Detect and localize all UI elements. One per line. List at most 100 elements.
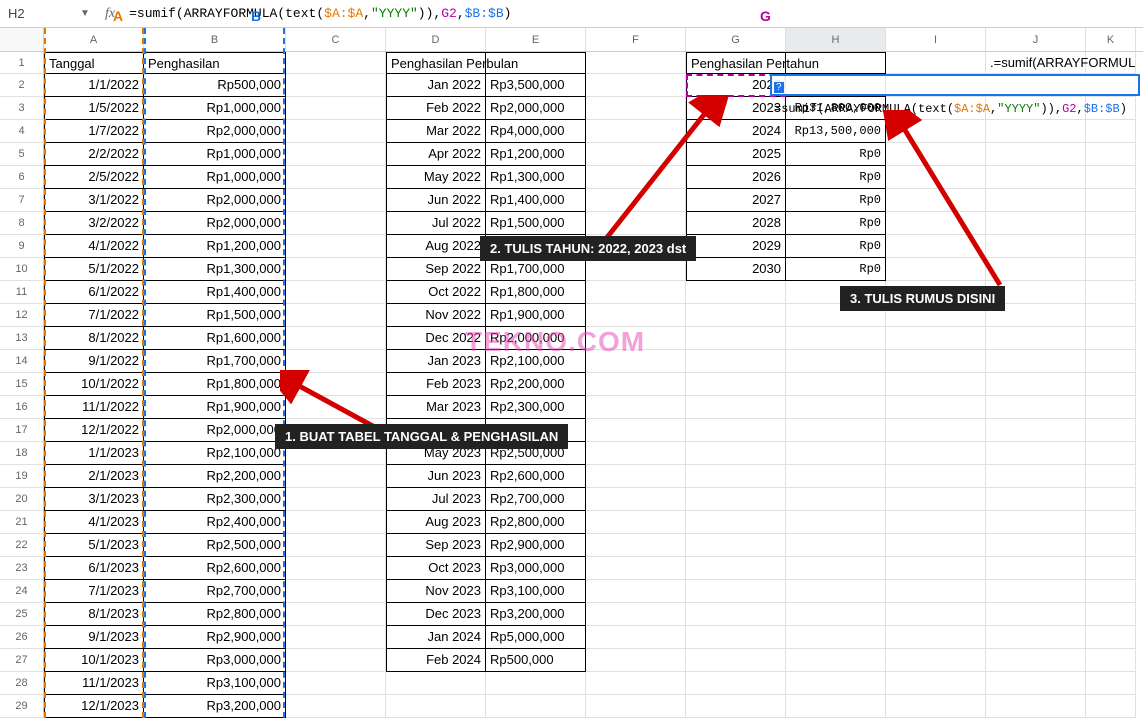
cell-J16[interactable] bbox=[986, 396, 1086, 419]
cell-C27[interactable] bbox=[286, 649, 386, 672]
cell-C20[interactable] bbox=[286, 488, 386, 511]
cell-C23[interactable] bbox=[286, 557, 386, 580]
cell-D18[interactable]: May 2023 bbox=[386, 442, 486, 465]
cell-C7[interactable] bbox=[286, 189, 386, 212]
cell-K3[interactable] bbox=[1086, 97, 1136, 120]
cell-A9[interactable]: 4/1/2022 bbox=[44, 235, 144, 258]
cell-F14[interactable] bbox=[586, 350, 686, 373]
cell-D15[interactable]: Feb 2023 bbox=[386, 373, 486, 396]
cell-B23[interactable]: Rp2,600,000 bbox=[144, 557, 286, 580]
cell-I24[interactable] bbox=[886, 580, 986, 603]
cell-D6[interactable]: May 2022 bbox=[386, 166, 486, 189]
cell-K16[interactable] bbox=[1086, 396, 1136, 419]
row-header-14[interactable]: 14 bbox=[0, 350, 44, 373]
cell-I7[interactable] bbox=[886, 189, 986, 212]
cell-I2[interactable] bbox=[886, 74, 986, 97]
cell-F15[interactable] bbox=[586, 373, 686, 396]
cell-E9[interactable]: Rp1,600,000 bbox=[486, 235, 586, 258]
cell-F29[interactable] bbox=[586, 695, 686, 718]
row-header-22[interactable]: 22 bbox=[0, 534, 44, 557]
cell-B16[interactable]: Rp1,900,000 bbox=[144, 396, 286, 419]
cell-E10[interactable]: Rp1,700,000 bbox=[486, 258, 586, 281]
cell-C17[interactable] bbox=[286, 419, 386, 442]
cell-G24[interactable] bbox=[686, 580, 786, 603]
cell-J13[interactable] bbox=[986, 327, 1086, 350]
cell-A18[interactable]: 1/1/2023 bbox=[44, 442, 144, 465]
cell-A27[interactable]: 10/1/2023 bbox=[44, 649, 144, 672]
cell-J18[interactable] bbox=[986, 442, 1086, 465]
cell-G17[interactable] bbox=[686, 419, 786, 442]
col-header-B[interactable]: B bbox=[144, 28, 286, 51]
cell-K29[interactable] bbox=[1086, 695, 1136, 718]
row-header-21[interactable]: 21 bbox=[0, 511, 44, 534]
cell-E28[interactable] bbox=[486, 672, 586, 695]
cell-C25[interactable] bbox=[286, 603, 386, 626]
cell-G19[interactable] bbox=[686, 465, 786, 488]
cell-I22[interactable] bbox=[886, 534, 986, 557]
cell-E29[interactable] bbox=[486, 695, 586, 718]
cell-B29[interactable]: Rp3,200,000 bbox=[144, 695, 286, 718]
cell-D19[interactable]: Jun 2023 bbox=[386, 465, 486, 488]
cell-D3[interactable]: Feb 2022 bbox=[386, 97, 486, 120]
col-header-D[interactable]: D bbox=[386, 28, 486, 51]
cell-C29[interactable] bbox=[286, 695, 386, 718]
cell-J12[interactable] bbox=[986, 304, 1086, 327]
cell-B27[interactable]: Rp3,000,000 bbox=[144, 649, 286, 672]
cell-I26[interactable] bbox=[886, 626, 986, 649]
cell-G8[interactable]: 2028 bbox=[686, 212, 786, 235]
cell-G21[interactable] bbox=[686, 511, 786, 534]
cell-J9[interactable] bbox=[986, 235, 1086, 258]
cell-K20[interactable] bbox=[1086, 488, 1136, 511]
cell-K17[interactable] bbox=[1086, 419, 1136, 442]
cell-D12[interactable]: Nov 2022 bbox=[386, 304, 486, 327]
col-header-F[interactable]: F bbox=[586, 28, 686, 51]
cell-J5[interactable] bbox=[986, 143, 1086, 166]
cell-H21[interactable] bbox=[786, 511, 886, 534]
cell-K8[interactable] bbox=[1086, 212, 1136, 235]
cell-G26[interactable] bbox=[686, 626, 786, 649]
cell-D17[interactable]: Apr 2023 bbox=[386, 419, 486, 442]
cell-J20[interactable] bbox=[986, 488, 1086, 511]
cell-E17[interactable]: Rp2,400,000 bbox=[486, 419, 586, 442]
cell-K5[interactable] bbox=[1086, 143, 1136, 166]
cell-K14[interactable] bbox=[1086, 350, 1136, 373]
cell-H2[interactable] bbox=[786, 74, 886, 97]
cell-E3[interactable]: Rp2,000,000 bbox=[486, 97, 586, 120]
cell-H27[interactable] bbox=[786, 649, 886, 672]
cell-J19[interactable] bbox=[986, 465, 1086, 488]
cell-F7[interactable] bbox=[586, 189, 686, 212]
row-header-29[interactable]: 29 bbox=[0, 695, 44, 718]
cell-K18[interactable] bbox=[1086, 442, 1136, 465]
cell-J22[interactable] bbox=[986, 534, 1086, 557]
row-header-28[interactable]: 28 bbox=[0, 672, 44, 695]
cell-G25[interactable] bbox=[686, 603, 786, 626]
cell-F20[interactable] bbox=[586, 488, 686, 511]
cell-A26[interactable]: 9/1/2023 bbox=[44, 626, 144, 649]
cell-C19[interactable] bbox=[286, 465, 386, 488]
cell-J10[interactable] bbox=[986, 258, 1086, 281]
formula-input[interactable]: =sumif(ARRAYFORMULA(text($A:$A,"YYYY")),… bbox=[125, 6, 1143, 21]
cell-D5[interactable]: Apr 2022 bbox=[386, 143, 486, 166]
cell-K15[interactable] bbox=[1086, 373, 1136, 396]
cell-F3[interactable] bbox=[586, 97, 686, 120]
cell-B26[interactable]: Rp2,900,000 bbox=[144, 626, 286, 649]
cell-B7[interactable]: Rp2,000,000 bbox=[144, 189, 286, 212]
cell-E20[interactable]: Rp2,700,000 bbox=[486, 488, 586, 511]
cell-K27[interactable] bbox=[1086, 649, 1136, 672]
cell-B20[interactable]: Rp2,300,000 bbox=[144, 488, 286, 511]
cell-K19[interactable] bbox=[1086, 465, 1136, 488]
cell-D7[interactable]: Jun 2022 bbox=[386, 189, 486, 212]
cell-C3[interactable] bbox=[286, 97, 386, 120]
cell-E25[interactable]: Rp3,200,000 bbox=[486, 603, 586, 626]
cell-C12[interactable] bbox=[286, 304, 386, 327]
row-header-17[interactable]: 17 bbox=[0, 419, 44, 442]
cell-H11[interactable] bbox=[786, 281, 886, 304]
cell-D24[interactable]: Nov 2023 bbox=[386, 580, 486, 603]
cell-C14[interactable] bbox=[286, 350, 386, 373]
cell-D14[interactable]: Jan 2023 bbox=[386, 350, 486, 373]
cell-E18[interactable]: Rp2,500,000 bbox=[486, 442, 586, 465]
cell-I18[interactable] bbox=[886, 442, 986, 465]
cell-A22[interactable]: 5/1/2023 bbox=[44, 534, 144, 557]
cell-G22[interactable] bbox=[686, 534, 786, 557]
cell-G23[interactable] bbox=[686, 557, 786, 580]
